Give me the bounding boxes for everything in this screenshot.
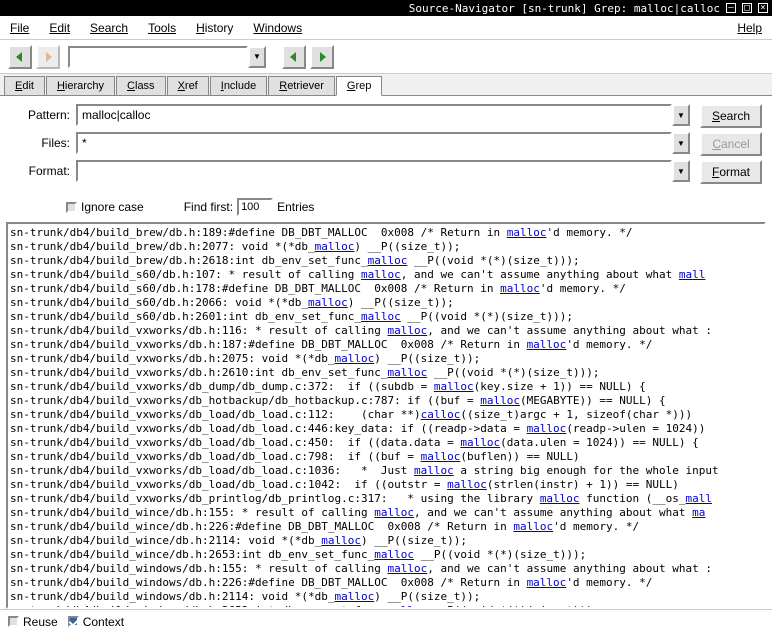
pattern-input[interactable] [76,104,672,126]
result-line[interactable]: sn-trunk/db4/build_vxworks/db_load/db_lo… [10,436,762,450]
result-line[interactable]: sn-trunk/db4/build_vxworks/db_load/db_lo… [10,408,762,422]
window-title: Source-Navigator [sn-trunk] Grep: malloc… [409,2,720,15]
result-line[interactable]: sn-trunk/db4/build_vxworks/db_load/db_lo… [10,450,762,464]
result-line[interactable]: sn-trunk/db4/build_brew/db.h:189:#define… [10,226,762,240]
menu-search[interactable]: Search [90,21,128,35]
forward-button[interactable] [36,45,60,69]
format-label: Format: [10,164,70,178]
result-line[interactable]: sn-trunk/db4/build_vxworks/db_load/db_lo… [10,464,762,478]
tab-hierarchy[interactable]: Hierarchy [46,76,115,95]
result-line[interactable]: sn-trunk/db4/build_s60/db.h:2066: void *… [10,296,762,310]
result-line[interactable]: sn-trunk/db4/build_s60/db.h:178:#define … [10,282,762,296]
filter-row: Ignore case Find first: Entries [0,196,772,222]
tab-grep[interactable]: Grep [336,76,382,96]
cancel-button[interactable]: Cancel [700,132,762,156]
result-line[interactable]: sn-trunk/db4/build_vxworks/db.h:2075: vo… [10,352,762,366]
history-input[interactable] [68,46,248,68]
tab-retriever[interactable]: Retriever [268,76,335,95]
entries-label: Entries [277,200,314,214]
search-button[interactable]: Search [700,104,762,128]
ignore-case-checkbox[interactable]: Ignore case [66,200,144,214]
menu-history[interactable]: History [196,21,233,35]
dropdown-icon[interactable]: ▼ [672,132,690,154]
prev-button[interactable] [282,45,306,69]
dropdown-icon[interactable]: ▼ [672,104,690,126]
grep-form: Pattern: ▼ Files: ▼ Format: ▼ Search Can… [0,96,772,196]
menu-help[interactable]: Help [737,21,762,35]
result-line[interactable]: sn-trunk/db4/build_s60/db.h:2601:int db_… [10,310,762,324]
result-line[interactable]: sn-trunk/db4/build_vxworks/db.h:2610:int… [10,366,762,380]
result-line[interactable]: sn-trunk/db4/build_windows/db.h:155: * r… [10,562,762,576]
tab-class[interactable]: Class [116,76,166,95]
back-button[interactable] [8,45,32,69]
tab-xref[interactable]: Xref [167,76,209,95]
dropdown-icon[interactable]: ▼ [248,46,266,68]
result-line[interactable]: sn-trunk/db4/build_vxworks/db_load/db_lo… [10,422,762,436]
result-line[interactable]: sn-trunk/db4/build_vxworks/db.h:116: * r… [10,324,762,338]
find-first-input[interactable] [237,198,273,216]
menu-edit[interactable]: Edit [49,21,70,35]
close-icon[interactable]: × [758,3,768,13]
next-button[interactable] [310,45,334,69]
tab-bar: Edit Hierarchy Class Xref Include Retrie… [0,74,772,96]
reuse-checkbox[interactable]: Reuse [8,615,58,629]
menu-tools[interactable]: Tools [148,21,176,35]
find-first-label: Find first: [184,200,233,214]
format-input[interactable] [76,160,672,182]
menu-file[interactable]: File [10,21,29,35]
toolbar: ▼ [0,40,772,74]
result-line[interactable]: sn-trunk/db4/build_s60/db.h:107: * resul… [10,268,762,282]
context-checkbox[interactable]: Context [68,615,124,629]
result-line[interactable]: sn-trunk/db4/build_wince/db.h:2653:int d… [10,548,762,562]
dropdown-icon[interactable]: ▼ [672,160,690,182]
results-pane[interactable]: sn-trunk/db4/build_brew/db.h:189:#define… [6,222,766,609]
format-button[interactable]: Format [700,160,762,184]
menu-bar: File Edit Search Tools History Windows H… [0,16,772,40]
status-bar: Reuse Context [0,609,772,633]
history-combo[interactable]: ▼ [68,46,266,68]
result-line[interactable]: sn-trunk/db4/build_vxworks/db.h:187:#def… [10,338,762,352]
result-line[interactable]: sn-trunk/db4/build_brew/db.h:2618:int db… [10,254,762,268]
maximize-icon[interactable]: □ [742,3,752,13]
result-line[interactable]: sn-trunk/db4/build_vxworks/db_hotbackup/… [10,394,762,408]
result-line[interactable]: sn-trunk/db4/build_windows/db.h:2114: vo… [10,590,762,604]
result-line[interactable]: sn-trunk/db4/build_wince/db.h:2114: void… [10,534,762,548]
minimize-icon[interactable]: – [726,3,736,13]
pattern-label: Pattern: [10,108,70,122]
files-label: Files: [10,136,70,150]
result-line[interactable]: sn-trunk/db4/build_wince/db.h:226:#defin… [10,520,762,534]
tab-edit[interactable]: Edit [4,76,45,95]
result-line[interactable]: sn-trunk/db4/build_wince/db.h:155: * res… [10,506,762,520]
result-line[interactable]: sn-trunk/db4/build_windows/db.h:226:#def… [10,576,762,590]
files-input[interactable] [76,132,672,154]
result-line[interactable]: sn-trunk/db4/build_brew/db.h:2077: void … [10,240,762,254]
menu-windows[interactable]: Windows [253,21,302,35]
window-titlebar: Source-Navigator [sn-trunk] Grep: malloc… [0,0,772,16]
result-line[interactable]: sn-trunk/db4/build_vxworks/db_dump/db_du… [10,380,762,394]
tab-include[interactable]: Include [210,76,267,95]
result-line[interactable]: sn-trunk/db4/build_vxworks/db_load/db_lo… [10,478,762,492]
result-line[interactable]: sn-trunk/db4/build_vxworks/db_printlog/d… [10,492,762,506]
